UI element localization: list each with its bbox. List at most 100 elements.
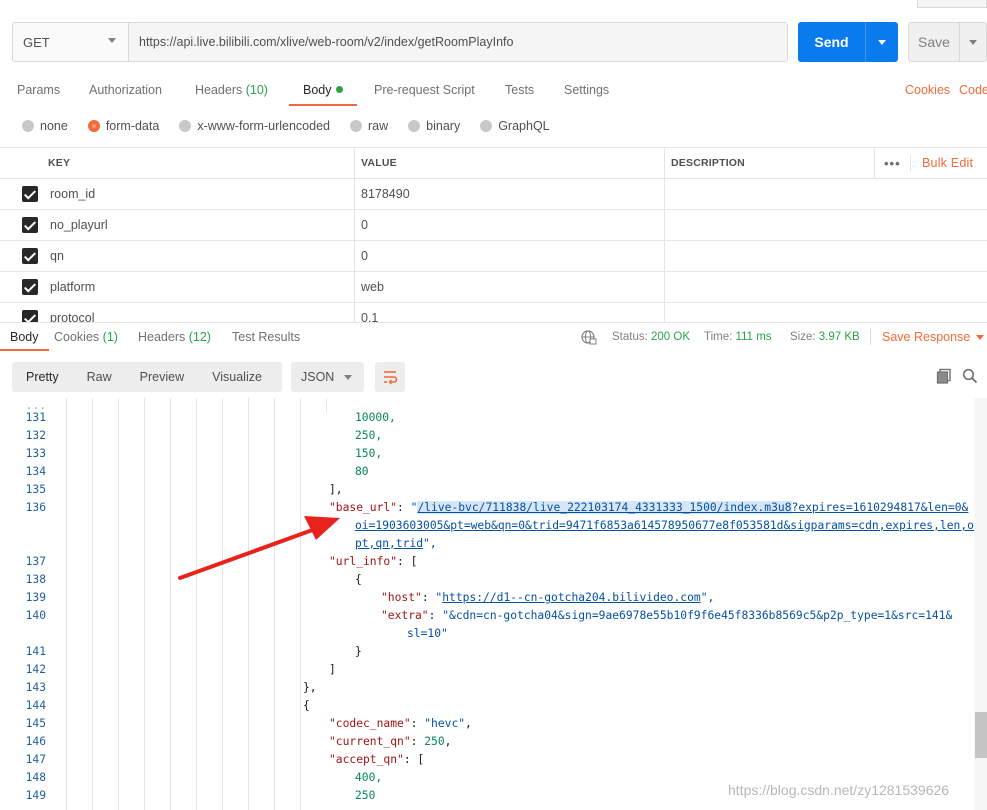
param-value[interactable]: 0 (361, 241, 368, 271)
param-key[interactable]: room_id (50, 179, 95, 209)
send-label[interactable]: Send (798, 22, 866, 62)
row-checkbox[interactable] (22, 179, 38, 209)
save-dropdown[interactable] (960, 23, 986, 61)
resp-headers-count: (12) (188, 330, 211, 344)
code-text: sl=10" (407, 627, 448, 640)
url-input[interactable]: https://api.live.bilibili.com/xlive/web-… (129, 23, 787, 61)
radio-raw-label: raw (368, 119, 389, 133)
line-number: 143 (25, 681, 46, 694)
param-value[interactable]: 0,1 (361, 303, 378, 322)
code-text: }, (303, 681, 317, 694)
param-value[interactable]: 8178490 (361, 179, 410, 209)
save-label[interactable]: Save (909, 23, 960, 61)
save-response-button[interactable]: Save Response (882, 323, 985, 351)
code-text[interactable]: oi=1903603005&pt=web&qn=0&trid=9471f6853… (355, 517, 987, 535)
code-text: ], (329, 483, 343, 496)
row-checkbox[interactable] (22, 241, 38, 271)
modified-dot-icon (335, 86, 343, 94)
radio-urlencoded-label: x-www-form-urlencoded (197, 119, 330, 133)
bulk-edit-link[interactable]: Bulk Edit (922, 148, 973, 178)
radio-none-label: none (40, 119, 68, 133)
radio-urlencoded[interactable]: x-www-form-urlencoded (179, 119, 330, 133)
response-body-editor[interactable]: ··· 131 132 133 134 135 136 137 138 139 … (0, 398, 987, 810)
tab-tests[interactable]: Tests (505, 76, 534, 106)
scrollbar-thumb[interactable] (975, 712, 987, 758)
globe-lock-icon[interactable] (581, 330, 597, 346)
time-readout: Time: 111 ms (704, 323, 772, 351)
tab-headers[interactable]: Headers (10) (195, 76, 268, 106)
code-link[interactable]: Code (959, 76, 987, 104)
chevron-down-icon (976, 335, 985, 341)
chevron-down-icon (344, 375, 352, 380)
row-checkbox[interactable] (22, 303, 38, 322)
code-line-base-url: "base_url": "/live-bvc/711838/live_22210… (329, 501, 969, 514)
code-text: 150, (355, 447, 383, 460)
radio-graphql-label: GraphQL (498, 119, 550, 133)
code-text: "extra": "&cdn=cn-gotcha04&sign=9ae6978e… (381, 609, 953, 622)
tab-response-headers[interactable]: Headers (12) (138, 323, 211, 351)
table-header: KEY VALUE DESCRIPTION ••• Bulk Edit (0, 148, 987, 179)
tab-params[interactable]: Params (17, 76, 60, 106)
search-icon[interactable] (962, 368, 978, 384)
view-raw[interactable]: Raw (73, 362, 126, 392)
response-tabs: Body Cookies (1) Headers (12) Test Resul… (0, 322, 987, 352)
table-row: room_id 8178490 (0, 179, 987, 210)
save-button[interactable]: Save (908, 22, 987, 62)
view-preview[interactable]: Preview (126, 362, 198, 392)
tab-settings[interactable]: Settings (564, 76, 609, 106)
cookies-count: (1) (102, 330, 118, 344)
radio-binary[interactable]: binary (408, 119, 460, 133)
tab-body[interactable]: Body (289, 76, 357, 106)
format-label: JSON (301, 370, 335, 384)
chevron-down-icon (969, 39, 977, 45)
row-checkbox[interactable] (22, 272, 38, 302)
tab-test-results[interactable]: Test Results (232, 323, 300, 351)
copy-icon[interactable] (936, 368, 952, 384)
row-checkbox[interactable] (22, 210, 38, 240)
send-button[interactable]: Send (798, 22, 898, 62)
base-url-path[interactable]: /live-bvc/711838/live_222103174_4331333_… (417, 501, 792, 514)
format-select[interactable]: JSON (291, 362, 364, 392)
radio-icon (22, 120, 34, 132)
param-key[interactable]: protocol (50, 303, 94, 322)
checkbox-checked-icon (22, 310, 38, 322)
more-options-icon[interactable]: ••• (884, 148, 901, 178)
radio-raw[interactable]: raw (350, 119, 388, 133)
cookies-link[interactable]: Cookies (905, 76, 950, 104)
radio-icon (480, 120, 493, 132)
wrap-lines-icon (384, 371, 398, 385)
line-number: 148 (25, 771, 46, 784)
radio-graphql[interactable]: GraphQL (480, 119, 550, 133)
method-select[interactable]: GET (13, 23, 129, 61)
radio-form-data[interactable]: form-data (87, 119, 160, 133)
wrap-lines-button[interactable] (375, 362, 405, 392)
code-text: "current_qn": 250, (329, 735, 452, 748)
tab-authorization[interactable]: Authorization (89, 76, 162, 106)
param-key[interactable]: platform (50, 272, 95, 302)
send-dropdown[interactable] (866, 22, 898, 62)
code-text: pt,qn,trid", (355, 537, 437, 550)
line-number: 134 (25, 465, 46, 478)
param-value[interactable]: web (361, 272, 384, 302)
code-text: "accept_qn": [ (329, 753, 425, 766)
code-text: 10000, (355, 411, 396, 424)
view-pretty[interactable]: Pretty (12, 362, 73, 392)
time-label: Time: (704, 331, 733, 343)
size-value: 3.97 KB (818, 331, 860, 343)
code-text: "codec_name": "hevc", (329, 717, 472, 730)
tab-response-body[interactable]: Body (0, 323, 49, 351)
code-text: 250, (355, 429, 383, 442)
line-number: 136 (25, 501, 46, 514)
line-number: 142 (25, 663, 46, 676)
radio-none[interactable]: none (22, 119, 68, 133)
request-tabs: Params Authorization Headers (10) Body P… (0, 76, 987, 106)
tab-response-cookies[interactable]: Cookies (1) (54, 323, 118, 351)
param-key[interactable]: no_playurl (50, 210, 108, 240)
param-key[interactable]: qn (50, 241, 64, 271)
view-visualize[interactable]: Visualize (198, 362, 276, 392)
checkbox-checked-icon (22, 217, 38, 233)
radio-form-data-label: form-data (105, 119, 160, 133)
tab-prerequest[interactable]: Pre-request Script (374, 76, 475, 106)
param-value[interactable]: 0 (361, 210, 368, 240)
table-row: no_playurl 0 (0, 210, 987, 241)
